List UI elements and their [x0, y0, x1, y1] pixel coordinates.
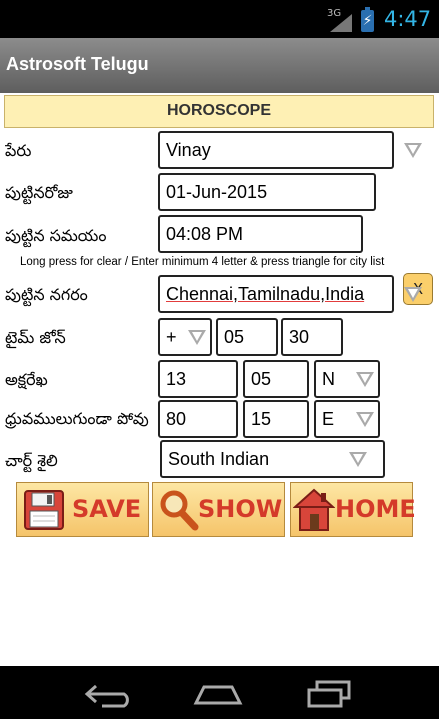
home-button[interactable]: HOME: [290, 482, 416, 537]
home-button-label: HOME: [335, 495, 416, 523]
name-field[interactable]: Vinay: [158, 131, 394, 169]
latitude-minute-field[interactable]: 05: [243, 360, 309, 398]
horoscope-form: HOROSCOPE పేరు Vinay పుట్టినరోజు 01-Jun-…: [0, 93, 439, 666]
save-button-label: SAVE: [72, 495, 142, 523]
recent-apps-icon[interactable]: [305, 680, 353, 708]
city-field[interactable]: Chennai,Tamilnadu,India: [158, 275, 394, 313]
dob-label: పుట్టినరోజు: [5, 183, 73, 202]
timezone-minutes-field[interactable]: 30: [281, 318, 343, 356]
name-dropdown-triangle-icon[interactable]: [404, 143, 422, 158]
action-bar: Astrosoft Telugu: [0, 38, 439, 93]
tob-label: పుట్టిన సమయం: [5, 226, 107, 245]
tob-field[interactable]: 04:08 PM: [158, 215, 363, 253]
longitude-minute-field[interactable]: 15: [243, 400, 309, 438]
battery-charging-icon: ⚡: [362, 13, 373, 29]
battery-icon: ⚡: [361, 7, 374, 32]
home-nav-icon[interactable]: [192, 684, 244, 706]
latitude-direction-dropdown-icon[interactable]: [356, 372, 374, 387]
magnifier-icon: [160, 490, 199, 531]
status-bar: 3G ⚡ 4:47: [0, 0, 439, 38]
timezone-hours-field[interactable]: 05: [216, 318, 278, 356]
navigation-bar: [0, 666, 439, 719]
latitude-direction: N: [322, 369, 335, 389]
show-button-label: SHOW: [198, 495, 283, 523]
longitude-direction: E: [322, 409, 335, 429]
show-button[interactable]: SHOW: [152, 482, 285, 537]
home-icon: [293, 488, 335, 531]
signal-icon: [330, 14, 352, 32]
save-button[interactable]: SAVE: [16, 482, 149, 537]
timezone-sign: +: [166, 327, 177, 347]
section-header: HOROSCOPE: [4, 95, 434, 128]
floppy-disk-icon: [24, 490, 64, 530]
back-icon[interactable]: [84, 682, 134, 708]
longitude-label: ధ్రువములుగుండా పోవు: [5, 409, 149, 428]
latitude-label: అక్షరేఖ: [5, 370, 48, 389]
section-title: HOROSCOPE: [166, 102, 271, 119]
city-label: పుట్టిన నగరం: [5, 285, 88, 304]
chart-style-dropdown-icon[interactable]: [349, 452, 367, 467]
dob-field[interactable]: 01-Jun-2015: [158, 173, 376, 211]
clock: 4:47: [384, 7, 432, 31]
timezone-label: టైమ్ జోన్: [5, 328, 66, 347]
timezone-sign-dropdown-icon[interactable]: [188, 330, 206, 345]
longitude-direction-dropdown-icon[interactable]: [356, 412, 374, 427]
latitude-degree-field[interactable]: 13: [158, 360, 238, 398]
city-list-triangle-icon[interactable]: [404, 287, 422, 302]
app-title: Astrosoft Telugu: [6, 54, 149, 74]
city-hint: Long press for clear / Enter minimum 4 l…: [20, 256, 385, 268]
chart-style-label: చార్ట్ శైలి: [5, 451, 58, 470]
longitude-degree-field[interactable]: 80: [158, 400, 238, 438]
name-label: పేరు: [5, 141, 32, 160]
